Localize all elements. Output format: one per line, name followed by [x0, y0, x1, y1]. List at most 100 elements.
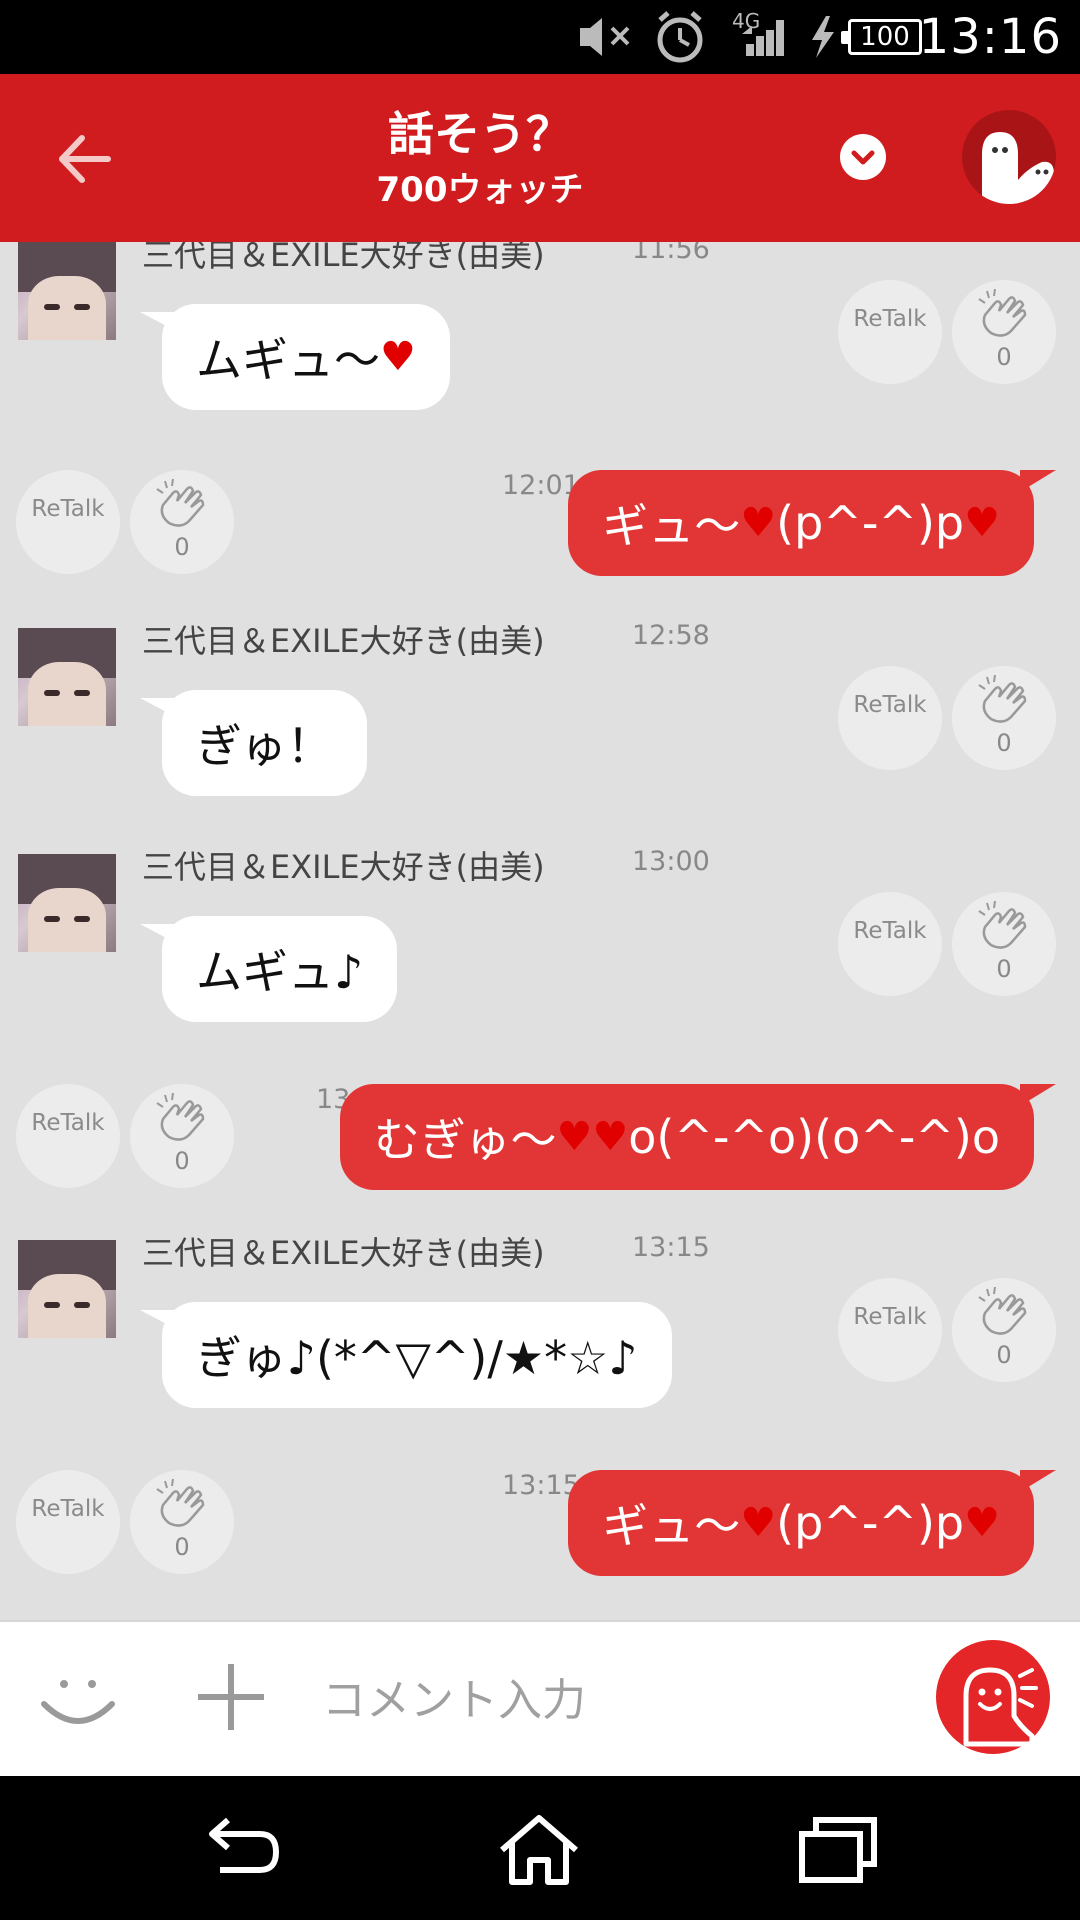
sender-avatar[interactable] — [18, 854, 116, 952]
speaking-character-icon — [963, 1667, 1038, 1747]
message-incoming: 三代目＆EXILE大好き(由美) 13:00 ムギュ♪ ReTalk 0 — [0, 842, 1080, 1032]
message-text-part: ギュ〜 — [602, 499, 741, 553]
clap-icon — [156, 1479, 205, 1527]
heart-emoji: ♥ — [740, 500, 777, 546]
plus-icon[interactable] — [196, 1662, 266, 1732]
clap-button[interactable]: 0 — [130, 1084, 234, 1188]
send-button[interactable] — [936, 1640, 1050, 1754]
clap-icon — [978, 289, 1027, 337]
message-bubble[interactable]: ギュ〜 ♥ (p^-^)p ♥ — [568, 470, 1056, 576]
battery-icon: 100 — [841, 19, 922, 55]
room-avatar[interactable] — [962, 110, 1056, 204]
message-time: 12:58 — [632, 620, 710, 651]
message-incoming: 三代目＆EXILE大好き(由美) 13:15 ぎゅ♪(*^▽^)/★*☆♪ Re… — [0, 1228, 1080, 1418]
ghost-characters-icon — [982, 132, 1054, 204]
heart-emoji: ♥ — [556, 1114, 593, 1160]
clap-button[interactable]: 0 — [130, 470, 234, 574]
clap-count: 0 — [174, 1533, 190, 1561]
message-text-part: o(^-^o)(o^-^)o — [628, 1110, 1000, 1164]
retalk-button[interactable]: ReTalk — [16, 1470, 120, 1574]
clap-button[interactable]: 0 — [952, 666, 1056, 770]
message-text-part: (p^-^)p — [776, 496, 965, 550]
clap-icon — [978, 1287, 1027, 1335]
clap-button[interactable]: 0 — [952, 280, 1056, 384]
retalk-button[interactable]: ReTalk — [16, 470, 120, 574]
message-time: 13:00 — [632, 846, 710, 877]
mute-icon — [580, 18, 630, 56]
smiley-icon[interactable] — [38, 1658, 118, 1738]
message-text: ムギュ〜 — [196, 333, 380, 387]
message-bubble[interactable]: むぎゅ〜 ♥ ♥ o(^-^o)(o^-^)o — [339, 1084, 1057, 1190]
retalk-button[interactable]: ReTalk — [838, 666, 942, 770]
message-outgoing: ReTalk 0 13:15 ギュ〜 ♥ (p^-^)p ♥ — [0, 1470, 1080, 1610]
retalk-label: ReTalk — [31, 1496, 105, 1522]
watch-count: 700ウォッチ — [376, 170, 584, 210]
retalk-label: ReTalk — [853, 692, 927, 718]
clap-button[interactable]: 0 — [952, 1278, 1056, 1382]
message-bubble[interactable]: ぎゅ！ — [140, 690, 367, 796]
heart-emoji: ♥ — [380, 334, 416, 380]
charging-icon — [812, 16, 834, 58]
signal-icon — [742, 20, 784, 56]
retalk-label: ReTalk — [31, 1110, 105, 1136]
clock: 13:16 — [918, 9, 1062, 65]
retalk-label: ReTalk — [853, 306, 927, 332]
heart-emoji: ♥ — [964, 1500, 1000, 1546]
status-bar: 4G 100 13:16 — [0, 0, 1080, 74]
clap-icon — [156, 479, 205, 527]
sender-name: 三代目＆EXILE大好き(由美) — [142, 1234, 545, 1272]
heart-emoji: ♥ — [740, 1500, 777, 1546]
message-outgoing: ReTalk 0 12:01 ギュ〜 ♥ (p^-^)p ♥ — [0, 470, 1080, 610]
message-bubble[interactable]: ムギュ〜 ♥ — [140, 304, 450, 410]
message-incoming: 三代目＆EXILE大好き(由美) 12:58 ぎゅ！ ReTalk 0 — [0, 616, 1080, 806]
chat-title: 話そう？ — [388, 107, 572, 161]
clap-count: 0 — [996, 343, 1012, 371]
clap-count: 0 — [174, 533, 190, 561]
sender-avatar[interactable] — [18, 242, 116, 340]
battery-level: 100 — [860, 22, 910, 52]
message-text: ぎゅ♪(*^▽^)/★*☆♪ — [196, 1331, 638, 1385]
heart-emoji: ♥ — [592, 1114, 629, 1160]
message-text-part: (p^-^)p — [776, 1496, 965, 1550]
message-text-part: むぎゅ〜 — [373, 1113, 557, 1167]
chat-messages[interactable]: 三代目＆EXILE大好き(由美) 11:56 ムギュ〜 ♥ ReTalk 0 Re… — [0, 242, 1080, 1620]
message-text-part: ギュ〜 — [602, 1499, 741, 1553]
system-nav-bar — [0, 1776, 1080, 1920]
message-time: 11:56 — [632, 242, 710, 265]
message-time: 13:15 — [632, 1232, 710, 1263]
message-bubble[interactable]: ムギュ♪ — [139, 916, 398, 1022]
clap-icon — [156, 1093, 205, 1141]
comment-input[interactable] — [322, 1662, 902, 1738]
retalk-label: ReTalk — [853, 918, 927, 944]
clap-count: 0 — [996, 955, 1012, 983]
clap-count: 0 — [174, 1147, 190, 1175]
retalk-label: ReTalk — [31, 496, 105, 522]
clap-count: 0 — [996, 729, 1012, 757]
chevron-down-icon — [851, 150, 875, 165]
home-icon[interactable] — [494, 1812, 584, 1888]
dropdown-button[interactable] — [840, 134, 886, 180]
clap-button[interactable]: 0 — [952, 892, 1056, 996]
sender-name: 三代目＆EXILE大好き(由美) — [142, 622, 545, 660]
heart-emoji: ♥ — [964, 500, 1000, 546]
clap-button[interactable]: 0 — [130, 1470, 234, 1574]
message-text: ぎゅ！ — [196, 719, 333, 773]
sender-avatar[interactable] — [18, 628, 116, 726]
retalk-button[interactable]: ReTalk — [838, 1278, 942, 1382]
retalk-button[interactable]: ReTalk — [838, 280, 942, 384]
chat-header: 話そう？ 700ウォッチ — [0, 74, 1080, 242]
retalk-button[interactable]: ReTalk — [16, 1084, 120, 1188]
sender-avatar[interactable] — [18, 1240, 116, 1338]
sender-name: 三代目＆EXILE大好き(由美) — [142, 848, 545, 886]
back-icon[interactable] — [196, 1812, 286, 1888]
message-bubble[interactable]: ぎゅ♪(*^▽^)/★*☆♪ — [140, 1302, 672, 1408]
alarm-icon — [657, 11, 703, 63]
clap-icon — [978, 901, 1027, 949]
clap-icon — [978, 675, 1027, 723]
message-outgoing: ReTalk 0 13:01 むぎゅ〜♥♥o(^-^o)(o^-^)o — [0, 1084, 1080, 1224]
clap-count: 0 — [996, 1341, 1012, 1369]
retalk-button[interactable]: ReTalk — [838, 892, 942, 996]
message-text: ムギュ♪ — [196, 945, 364, 999]
recents-icon[interactable] — [794, 1812, 884, 1888]
message-bubble[interactable]: ギュ〜 ♥ (p^-^)p ♥ — [568, 1470, 1056, 1576]
